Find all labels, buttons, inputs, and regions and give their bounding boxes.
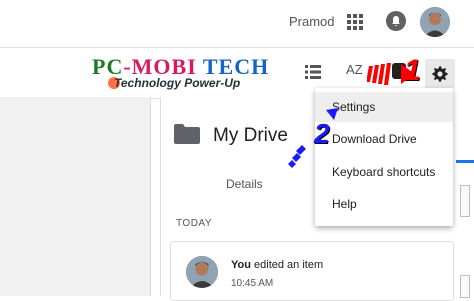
activity-text: You edited an item: [231, 259, 324, 271]
apps-grid-icon[interactable]: [347, 14, 363, 30]
section-label-today: TODAY: [176, 218, 213, 229]
settings-gear-button[interactable]: [425, 59, 455, 89]
notifications-bell-icon[interactable]: [386, 11, 406, 31]
menu-item-help[interactable]: Help: [315, 189, 453, 219]
logo-tagline: Technology Power-Up: [114, 76, 241, 90]
scrollbar-handle[interactable]: [460, 185, 470, 217]
gear-icon: [432, 66, 448, 82]
activity-avatar: [186, 256, 218, 288]
user-avatar[interactable]: [420, 7, 450, 37]
scrollbar-handle-lower[interactable]: [460, 275, 470, 298]
left-navigation-panel: [0, 97, 151, 296]
folder-icon: [174, 124, 200, 144]
tab-details[interactable]: Details: [226, 177, 263, 191]
list-view-icon[interactable]: [305, 65, 321, 79]
watermark-logo: PC-MOBI TECH Technology Power-Up: [92, 54, 297, 94]
sort-az-icon[interactable]: AZ: [346, 62, 363, 77]
annotation-step-1: 1: [404, 54, 421, 87]
page-title: My Drive: [213, 125, 288, 146]
tab-indicator: [456, 160, 474, 163]
annotation-step-2: 2: [314, 118, 330, 149]
user-name: Pramod: [289, 14, 335, 29]
activity-time: 10:45 AM: [231, 278, 274, 289]
